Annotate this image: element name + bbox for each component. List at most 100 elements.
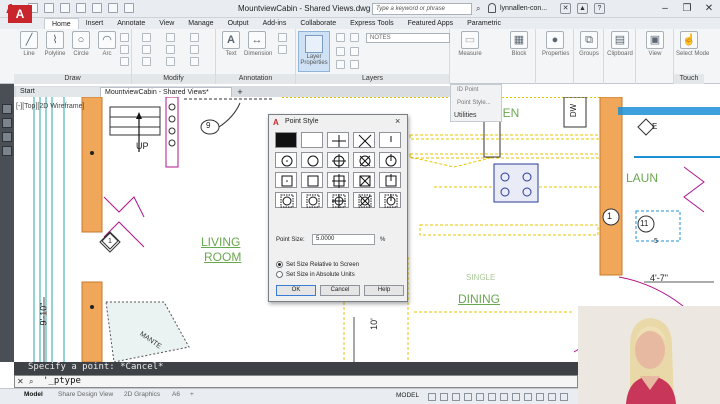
otrack-icon[interactable] — [488, 393, 496, 401]
save-icon[interactable] — [60, 3, 70, 13]
table-icon[interactable] — [278, 45, 287, 54]
tab-output[interactable]: Output — [221, 18, 256, 29]
palette-tool-icon[interactable] — [2, 132, 12, 142]
radio-relative-row[interactable]: Set Size Relative to Screen — [276, 260, 359, 269]
stretch-icon[interactable] — [142, 57, 151, 66]
leader-icon[interactable] — [278, 33, 287, 42]
tab-home[interactable]: Home — [44, 18, 79, 29]
layer-off-icon[interactable] — [336, 60, 345, 69]
style-sq-circle-plus[interactable] — [327, 192, 349, 208]
style-circle[interactable] — [301, 152, 323, 168]
username[interactable]: lynnallen-con... — [500, 5, 547, 12]
redo-icon[interactable] — [124, 3, 134, 13]
style-square[interactable] — [301, 172, 323, 188]
array-icon[interactable] — [190, 57, 199, 66]
command-input[interactable]: '_ptype — [43, 376, 81, 386]
application-menu-button[interactable]: A — [8, 5, 32, 23]
command-input-row[interactable]: ✕ ⌕ '_ptype — [14, 375, 578, 388]
properties-button[interactable]: ● Properties — [542, 31, 569, 57]
model-space-button[interactable]: MODEL — [396, 392, 419, 399]
style-square-dot[interactable] — [275, 172, 297, 188]
modify-panel-title[interactable]: Modify — [132, 74, 215, 84]
layout-tab-share-design-view[interactable]: Share Design View — [58, 391, 113, 398]
restore-icon[interactable]: ❐ — [676, 0, 698, 18]
style-plus[interactable] — [327, 132, 349, 148]
tab-add-ins[interactable]: Add-ins — [256, 18, 294, 29]
style-circle-dot[interactable] — [275, 152, 297, 168]
minimize-icon[interactable]: – — [654, 0, 676, 18]
transparency-icon[interactable] — [512, 393, 520, 401]
polar-icon[interactable] — [464, 393, 472, 401]
tab-insert[interactable]: Insert — [79, 18, 111, 29]
search-input[interactable]: Type a keyword or phrase — [372, 3, 472, 15]
radio-relative[interactable] — [276, 261, 283, 268]
open-icon[interactable] — [44, 3, 54, 13]
touch-panel-title[interactable]: Touch — [674, 74, 704, 84]
text-button[interactable]: A Text — [218, 31, 244, 57]
point-style-item[interactable]: Point Style... — [457, 100, 491, 106]
tab-manage[interactable]: Manage — [181, 18, 220, 29]
measure-button[interactable]: ▭ Measure — [454, 31, 486, 57]
workspace-icon[interactable] — [548, 393, 556, 401]
annotation-scale-icon[interactable] — [536, 393, 544, 401]
style-circle-x[interactable] — [353, 152, 375, 168]
undo-icon[interactable] — [108, 3, 118, 13]
utilities-label[interactable]: Utilities — [454, 112, 477, 119]
layer-freeze-icon[interactable] — [350, 60, 359, 69]
copy-icon[interactable] — [142, 45, 151, 54]
style-dot[interactable] — [275, 132, 297, 148]
tab-collaborate[interactable]: Collaborate — [293, 18, 343, 29]
user-icon[interactable] — [488, 3, 496, 13]
style-sq-circle-x[interactable] — [353, 192, 375, 208]
style-sq-circle-tick[interactable] — [379, 192, 401, 208]
style-x[interactable] — [353, 132, 375, 148]
tab-mountview-cabin[interactable]: MountviewCabin - Shared Views* — [100, 87, 232, 97]
draw-panel-title[interactable]: Draw — [14, 74, 131, 84]
close-icon[interactable]: ✕ — [698, 0, 720, 18]
radio-absolute-row[interactable]: Set Size in Absolute Units — [276, 270, 355, 279]
ok-button[interactable]: OK — [276, 285, 316, 296]
dialog-close-icon[interactable]: × — [395, 116, 400, 126]
layer-dropdown[interactable]: NOTES — [366, 33, 450, 43]
a360-icon[interactable]: ▲ — [577, 3, 588, 14]
new-tab-button[interactable]: + — [234, 87, 246, 97]
style-sq-circle[interactable] — [301, 192, 323, 208]
arc-button[interactable]: ◠ Arc — [94, 31, 120, 57]
groups-button[interactable]: ⧉ Groups — [576, 31, 602, 57]
customization-icon[interactable] — [560, 393, 568, 401]
exchange-icon[interactable]: ✕ — [560, 3, 571, 14]
radio-relative-label[interactable]: Set Size Relative to Screen — [286, 262, 359, 268]
style-sq-circle-dot[interactable] — [275, 192, 297, 208]
select-mode-button[interactable]: ☝ Select Mode — [676, 31, 709, 57]
tab-parametric[interactable]: Parametric — [460, 18, 508, 29]
add-layout-icon[interactable]: + — [190, 391, 194, 398]
style-square-tick[interactable] — [379, 172, 401, 188]
rotate-icon[interactable] — [166, 33, 175, 42]
make-current-icon[interactable] — [336, 47, 345, 56]
move-icon[interactable] — [142, 33, 151, 42]
help-button[interactable]: Help — [364, 285, 404, 296]
style-circle-tick[interactable] — [379, 152, 401, 168]
lineweight-icon[interactable] — [500, 393, 508, 401]
layer-sun-icon[interactable] — [350, 33, 359, 42]
layers-panel-title[interactable]: Layers — [296, 74, 449, 84]
circle-button[interactable]: ○ Circle — [68, 31, 94, 57]
plot-icon[interactable] — [92, 3, 102, 13]
viewport-controls[interactable]: [-][Top][2D Wireframe] — [16, 103, 84, 110]
style-square-plus[interactable] — [327, 172, 349, 188]
radio-absolute-label[interactable]: Set Size in Absolute Units — [286, 272, 355, 278]
id-point-item[interactable]: ID Point — [457, 87, 478, 93]
fillet-icon[interactable] — [190, 45, 199, 54]
radio-absolute[interactable] — [276, 271, 283, 278]
grid-icon[interactable] — [428, 393, 436, 401]
layout-tab-2d-graphics[interactable]: 2D Graphics — [124, 391, 160, 398]
point-size-input[interactable]: 5.0000 — [312, 234, 375, 245]
tab-featured-apps[interactable]: Featured Apps — [401, 18, 461, 29]
snap-icon[interactable] — [440, 393, 448, 401]
polyline-button[interactable]: ⌇ Polyline — [42, 31, 68, 57]
osnap-icon[interactable] — [476, 393, 484, 401]
rectangle-icon[interactable] — [120, 33, 129, 42]
cancel-button[interactable]: Cancel — [320, 285, 360, 296]
style-square-x[interactable] — [353, 172, 375, 188]
tab-express-tools[interactable]: Express Tools — [343, 18, 400, 29]
